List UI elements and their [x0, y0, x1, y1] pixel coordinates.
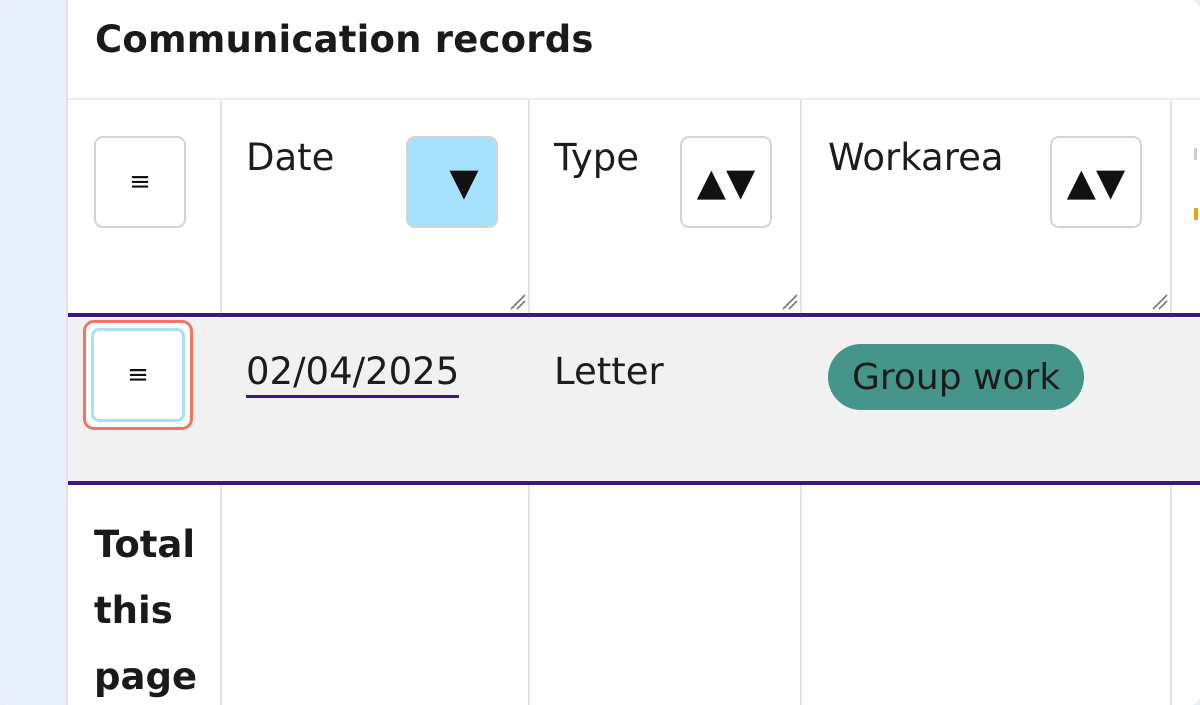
row-date-link[interactable]: 02/04/2025	[246, 350, 460, 398]
sort-button-date[interactable]: ▼	[406, 136, 498, 228]
section-title: Communication records	[95, 18, 594, 61]
total-this-page-label: Total this page	[94, 523, 198, 698]
column-header-type: Type ▲▼	[530, 100, 800, 314]
sort-unsorted-icon: ▲▼	[696, 160, 756, 204]
hamburger-menu-icon: ≡	[129, 167, 151, 197]
row-menu-button-focused[interactable]: ≡	[83, 320, 193, 430]
workarea-tag-label: Group work	[852, 356, 1061, 398]
sort-descending-icon: ▼	[449, 160, 479, 204]
cut-off-column-glyph	[1194, 148, 1197, 160]
workarea-tag: Group work	[828, 344, 1085, 410]
row-separator	[68, 313, 1200, 317]
sort-button-type[interactable]: ▲▼	[680, 136, 772, 228]
column-resize-handle-icon[interactable]	[780, 292, 798, 310]
column-resize-handle-icon[interactable]	[508, 292, 526, 310]
row-menu-button[interactable]: ≡	[91, 328, 185, 422]
screenshot-frame: Communication records ≡ Date ▼ Type ▲▼ W…	[0, 0, 1200, 705]
column-header-date: Date ▼	[222, 100, 528, 314]
sort-button-workarea[interactable]: ▲▼	[1050, 136, 1142, 228]
column-label-date: Date	[246, 136, 335, 179]
column-header-workarea: Workarea ▲▼	[802, 100, 1170, 314]
sort-unsorted-icon: ▲▼	[1066, 160, 1126, 204]
left-sidebar-strip	[0, 0, 68, 705]
table-row[interactable]: ≡ 02/04/2025 Letter Group work	[68, 318, 1200, 483]
communication-records-panel: Communication records ≡ Date ▼ Type ▲▼ W…	[68, 0, 1200, 705]
header-menu-button[interactable]: ≡	[94, 136, 186, 228]
row-type: Letter	[554, 350, 664, 393]
column-label-workarea: Workarea	[828, 136, 1004, 179]
row-separator	[68, 481, 1200, 485]
hamburger-menu-icon: ≡	[127, 360, 149, 390]
column-resize-handle-icon[interactable]	[1150, 292, 1168, 310]
cut-off-column-glyph	[1194, 208, 1198, 220]
column-label-type: Type	[554, 136, 639, 179]
